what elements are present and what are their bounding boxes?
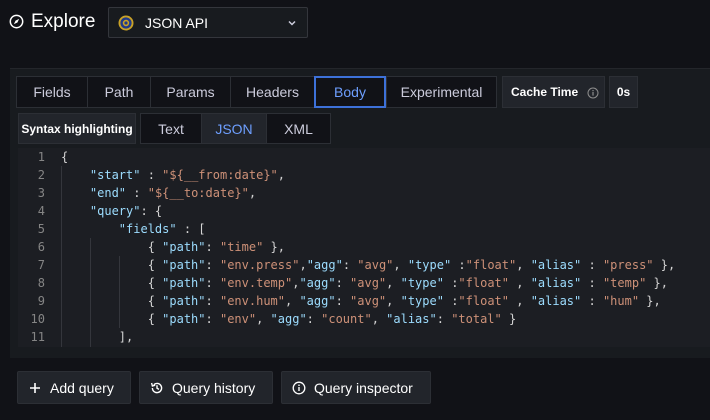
cache-time-text: Cache Time	[511, 85, 579, 99]
tab-fields[interactable]: Fields	[16, 76, 87, 108]
syntax-option-json[interactable]: JSON	[201, 113, 266, 144]
datasource-logo-icon	[118, 15, 134, 31]
line-number: 3	[37, 186, 45, 200]
info-icon[interactable]	[587, 87, 599, 99]
code-line: { "path": "env.hum", "agg": "avg", "type…	[61, 294, 661, 308]
tab-path[interactable]: Path	[87, 76, 150, 108]
datasource-name: JSON API	[145, 15, 209, 31]
line-number: 7	[37, 258, 45, 272]
tab-headers[interactable]: Headers	[230, 76, 314, 108]
compass-icon	[9, 14, 24, 29]
syntax-highlighting-label: Syntax highlighting	[18, 113, 136, 144]
line-number: 1	[37, 150, 45, 164]
code-line: "end" : "${__to:date}",	[89, 186, 257, 200]
code-content[interactable]: { "start" : "${__from:date}", "end" : "$…	[56, 148, 710, 347]
syntax-option-xml[interactable]: XML	[266, 113, 331, 144]
page-title: Explore	[31, 11, 96, 32]
query-inspector-label: Query inspector	[314, 379, 413, 396]
query-inspector-button[interactable]: Query inspector	[281, 371, 431, 404]
history-icon	[150, 382, 163, 393]
line-number: 5	[37, 222, 45, 236]
syntax-option-text[interactable]: Text	[140, 113, 201, 144]
line-number: 10	[30, 312, 45, 326]
tab-body[interactable]: Body	[314, 76, 386, 108]
code-line: { "path": "env.temp","agg": "avg", "type…	[61, 276, 668, 290]
line-number: 9	[37, 294, 45, 308]
query-history-label: Query history	[172, 379, 256, 396]
line-number: 4	[37, 204, 45, 218]
line-number: 2	[37, 168, 45, 182]
top-bar: Explore JSON API	[0, 0, 710, 46]
add-query-label: Add query	[50, 379, 114, 396]
chevron-down-icon	[288, 20, 296, 26]
cache-time-label: Cache Time	[502, 76, 605, 108]
query-history-button[interactable]: Query history	[139, 371, 273, 404]
tab-params[interactable]: Params	[150, 76, 230, 108]
line-number: 8	[37, 276, 45, 290]
syntax-language-selector: Text JSON XML	[140, 113, 331, 144]
plus-icon	[30, 382, 40, 393]
info-circle-icon	[292, 381, 306, 394]
line-number: 11	[30, 330, 45, 344]
code-editor[interactable]: 1 2 3 4 5 6 7 8 9 10 11 { "start" : "${_…	[18, 148, 710, 347]
code-line: {	[61, 150, 69, 164]
query-tabs: Fields Path Params Headers Body Experime…	[16, 76, 497, 108]
code-line: "query": {	[89, 204, 163, 218]
datasource-picker[interactable]: JSON API	[108, 7, 308, 38]
code-line: "start" : "${__from:date}",	[89, 168, 285, 182]
code-line: "fields" : [	[118, 222, 206, 236]
cache-time-value[interactable]: 0s	[609, 76, 638, 108]
code-line: ],	[61, 330, 134, 344]
line-number-gutter: 1 2 3 4 5 6 7 8 9 10 11	[18, 148, 55, 347]
code-line: { "path": "env.press","agg": "avg", "typ…	[61, 258, 676, 272]
code-line: { "path": "time" },	[61, 240, 286, 254]
code-line: { "path": "env", "agg": "count", "alias"…	[61, 312, 517, 326]
tab-experimental[interactable]: Experimental	[386, 76, 497, 108]
add-query-button[interactable]: Add query	[17, 371, 131, 404]
line-number: 6	[37, 240, 45, 254]
